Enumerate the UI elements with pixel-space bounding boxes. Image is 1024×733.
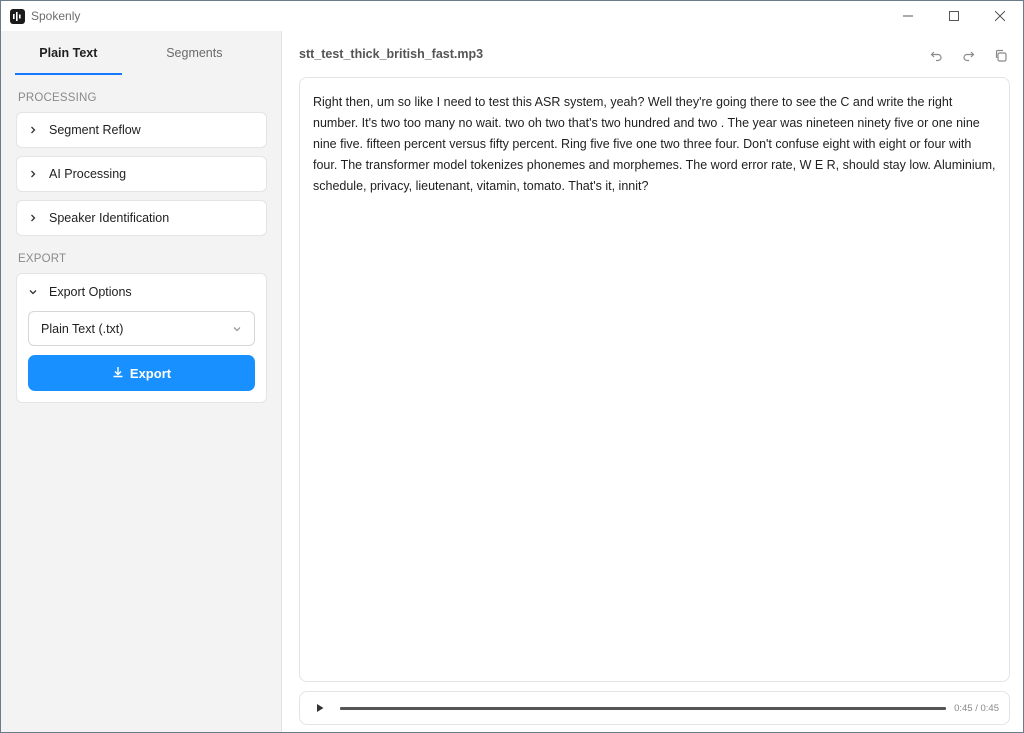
chevron-right-icon (17, 214, 49, 222)
ai-processing-panel[interactable]: AI Processing (16, 156, 267, 192)
transcript-card[interactable]: Right then, um so like I need to test th… (299, 77, 1010, 682)
chevron-right-icon (17, 126, 49, 134)
close-icon[interactable] (977, 1, 1023, 31)
minimize-icon[interactable] (885, 1, 931, 31)
export-button[interactable]: Export (28, 355, 255, 391)
playback-progress-bar[interactable] (340, 706, 947, 710)
processing-section-label: PROCESSING (18, 92, 97, 104)
view-tabs: Plain Text Segments (15, 31, 267, 75)
app-title: Spokenly (31, 9, 81, 23)
segment-reflow-panel[interactable]: Segment Reflow (16, 112, 267, 148)
chevron-right-icon (17, 170, 49, 178)
export-options-header[interactable]: Export Options (17, 274, 266, 310)
play-icon[interactable] (300, 703, 340, 713)
download-icon (112, 366, 124, 381)
export-button-label: Export (129, 365, 172, 381)
tab-plain-text[interactable]: Plain Text (15, 31, 122, 75)
panel-label: Segment Reflow (49, 123, 141, 137)
transcript-text[interactable]: Right then, um so like I need to test th… (313, 92, 996, 197)
sidebar: Plain Text Segments PROCESSING Segment R… (1, 31, 282, 732)
title-bar: Spokenly (1, 1, 1023, 31)
waveform-logo-icon (10, 8, 25, 24)
playback-progress-fill (340, 706, 947, 710)
export-options-panel: Export Options Plain Text (.txt) Export (16, 273, 267, 403)
chevron-down-icon (232, 323, 242, 337)
speaker-identification-panel[interactable]: Speaker Identification (16, 200, 267, 236)
main-panel: stt_test_thick_british_fast.mp3 Right th… (282, 31, 1023, 732)
transcript-toolbar (927, 46, 1009, 64)
chevron-down-icon (17, 288, 49, 296)
redo-icon[interactable] (959, 46, 977, 64)
copy-icon[interactable] (991, 46, 1009, 64)
maximize-icon[interactable] (931, 1, 977, 31)
undo-icon[interactable] (927, 46, 945, 64)
export-options-label: Export Options (49, 285, 132, 299)
app-window: Spokenly Plain Text Segments PROCESSING (0, 0, 1024, 733)
file-name: stt_test_thick_british_fast.mp3 (299, 47, 484, 61)
export-format-value: Plain Text (.txt) (41, 321, 124, 336)
tab-segments[interactable]: Segments (122, 31, 267, 75)
playback-time: 0:45 / 0:45 (954, 702, 999, 714)
panel-label: AI Processing (49, 167, 127, 181)
export-format-select[interactable]: Plain Text (.txt) (28, 311, 255, 346)
export-section-label: EXPORT (18, 253, 67, 265)
panel-label: Speaker Identification (49, 211, 170, 225)
audio-player: 0:45 / 0:45 (299, 691, 1010, 725)
